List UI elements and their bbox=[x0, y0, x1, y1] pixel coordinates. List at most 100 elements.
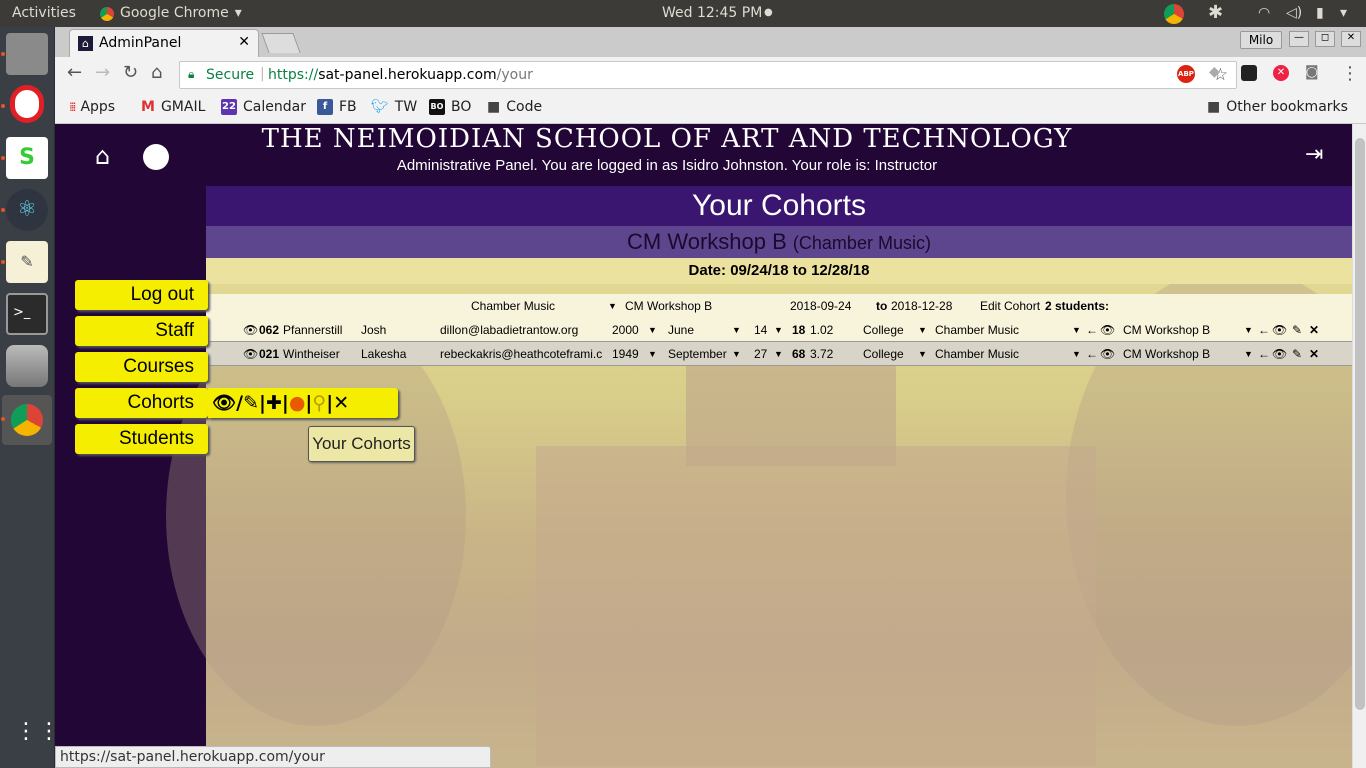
system-menu-chevron-icon[interactable]: ▾ bbox=[1340, 5, 1347, 21]
course-select[interactable]: Chamber Music bbox=[471, 294, 555, 318]
block-extension-icon[interactable]: ✕ bbox=[1273, 65, 1289, 81]
nav-cohorts[interactable]: Cohorts bbox=[75, 388, 208, 418]
dropdown-arrow-icon[interactable]: ▼ bbox=[1244, 318, 1253, 342]
birth-month-select[interactable]: June bbox=[668, 318, 694, 342]
forward-icon[interactable]: → bbox=[95, 62, 110, 83]
extension-icon[interactable] bbox=[1241, 65, 1257, 81]
camera-icon[interactable]: ◙ bbox=[1305, 64, 1319, 80]
dropdown-arrow-icon[interactable]: ▼ bbox=[1072, 342, 1081, 366]
birth-month-select[interactable]: September bbox=[668, 342, 727, 366]
pencil-icon[interactable]: ✎ bbox=[1292, 318, 1302, 342]
last-name-field[interactable]: Pfannerstill bbox=[283, 318, 342, 342]
dropdown-arrow-icon[interactable]: ▼ bbox=[732, 342, 741, 366]
nav-students[interactable]: Students bbox=[75, 424, 208, 454]
dropdown-arrow-icon[interactable]: ▼ bbox=[918, 318, 927, 342]
other-bookmarks[interactable]: ■ Other bookmarks bbox=[1207, 99, 1348, 115]
menu-icon[interactable]: ⋮ bbox=[1341, 63, 1359, 84]
reload-icon[interactable]: ↻ bbox=[123, 62, 138, 83]
user-icon[interactable]: ● bbox=[289, 392, 306, 414]
level-select[interactable]: College bbox=[863, 318, 904, 342]
course-select[interactable]: Chamber Music bbox=[935, 342, 1019, 366]
maximize-icon[interactable]: ◻ bbox=[1315, 31, 1335, 47]
birth-day-select[interactable]: 14 bbox=[754, 318, 767, 342]
cohort-select[interactable]: CM Workshop B bbox=[1123, 318, 1210, 342]
search-icon[interactable]: ⚲ bbox=[312, 392, 326, 414]
text-editor-icon[interactable]: ✎ bbox=[6, 241, 48, 283]
chrome-dock-active[interactable] bbox=[2, 395, 52, 445]
delete-icon[interactable]: ✕ bbox=[1309, 318, 1319, 342]
arrow-left-icon[interactable]: ← bbox=[1086, 318, 1098, 342]
bookmark-tw[interactable]: 🐦︎ TW bbox=[371, 99, 417, 115]
home-icon[interactable]: ⌂ bbox=[151, 62, 162, 83]
dropdown-arrow-icon[interactable]: ▼ bbox=[774, 342, 783, 366]
profile-button[interactable]: Milo bbox=[1240, 31, 1282, 49]
atom-icon[interactable]: ⚛ bbox=[6, 189, 48, 231]
gpa-field[interactable]: 1.02 bbox=[810, 318, 833, 342]
nav-logout[interactable]: Log out bbox=[75, 280, 208, 310]
dropbox-icon[interactable]: ◆ bbox=[1209, 64, 1220, 80]
bookmark-code[interactable]: ■ Code bbox=[487, 99, 542, 115]
eye-icon[interactable]: 👁︎ bbox=[1272, 342, 1287, 366]
birth-year-select[interactable]: 2000 bbox=[612, 318, 639, 342]
course-select[interactable]: Chamber Music bbox=[935, 318, 1019, 342]
bookmark-bo[interactable]: BO BO bbox=[429, 99, 471, 115]
dropdown-arrow-icon[interactable]: ▼ bbox=[648, 318, 657, 342]
tab-adminpanel[interactable]: ⌂ AdminPanel ✕ bbox=[69, 29, 259, 57]
cohort-select[interactable]: CM Workshop B bbox=[1123, 342, 1210, 366]
eye-icon[interactable]: 👁︎ bbox=[243, 342, 258, 366]
terminal-icon[interactable]: >_ bbox=[6, 293, 48, 335]
email-field[interactable]: rebeckakris@heathcoteframi.c bbox=[440, 342, 602, 366]
new-tab-button[interactable] bbox=[261, 33, 301, 53]
dropdown-arrow-icon[interactable]: ▼ bbox=[774, 318, 783, 342]
scrollbar-thumb[interactable] bbox=[1355, 138, 1365, 710]
eye-icon[interactable]: 👁︎ bbox=[1100, 342, 1115, 366]
level-select[interactable]: College bbox=[863, 342, 904, 366]
dropdown-arrow-icon[interactable]: ▼ bbox=[608, 294, 617, 318]
nav-staff[interactable]: Staff bbox=[75, 316, 208, 346]
page-scrollbar[interactable] bbox=[1352, 124, 1366, 768]
activities-button[interactable]: Activities bbox=[12, 5, 76, 21]
arrow-left-icon[interactable]: ← bbox=[1086, 342, 1098, 366]
minimize-icon[interactable]: — bbox=[1289, 31, 1309, 47]
start-date-field[interactable]: 2018-09-24 bbox=[790, 294, 851, 318]
edit-cohort-button[interactable]: Edit Cohort bbox=[980, 294, 1040, 318]
last-name-field[interactable]: Wintheiser bbox=[283, 342, 340, 366]
arrow-left-icon[interactable]: ← bbox=[1258, 342, 1270, 366]
edit-icon[interactable]: ✎ bbox=[243, 392, 259, 414]
add-icon[interactable]: ✚ bbox=[266, 392, 282, 414]
birth-day-select[interactable]: 27 bbox=[754, 342, 767, 366]
first-name-field[interactable]: Lakesha bbox=[361, 342, 406, 366]
files-icon[interactable] bbox=[6, 33, 48, 75]
dropdown-arrow-icon[interactable]: ▼ bbox=[732, 318, 741, 342]
bookmark-gmail[interactable]: M GMAIL bbox=[141, 99, 205, 115]
close-icon[interactable]: ✕ bbox=[333, 392, 349, 414]
puzzle-tray-icon[interactable]: ✱ bbox=[1208, 2, 1223, 23]
eye-icon[interactable]: 👁︎ bbox=[1272, 318, 1287, 342]
home-icon[interactable]: ⌂ bbox=[95, 142, 110, 170]
github-icon[interactable] bbox=[143, 144, 169, 170]
view-icon[interactable]: 👁︎ bbox=[212, 392, 236, 414]
close-window-icon[interactable]: ✕ bbox=[1341, 31, 1361, 47]
bookmark-apps[interactable]: ⁞⁞⁞ Apps bbox=[69, 99, 115, 115]
database-icon[interactable] bbox=[6, 345, 48, 387]
volume-icon[interactable]: ◁) bbox=[1286, 5, 1302, 21]
cohort-name-field[interactable]: CM Workshop B bbox=[625, 294, 712, 318]
gpa-field[interactable]: 3.72 bbox=[810, 342, 833, 366]
app-menu[interactable]: Google Chrome ▾ bbox=[100, 5, 242, 21]
bookmark-fb[interactable]: f FB bbox=[317, 99, 357, 115]
dropdown-arrow-icon[interactable]: ▼ bbox=[1072, 318, 1081, 342]
birth-year-select[interactable]: 1949 bbox=[612, 342, 639, 366]
close-tab-icon[interactable]: ✕ bbox=[238, 34, 250, 50]
delete-icon[interactable]: ✕ bbox=[1309, 342, 1319, 366]
battery-icon[interactable]: ▮ bbox=[1316, 5, 1324, 21]
eye-icon[interactable]: 👁︎ bbox=[1100, 318, 1115, 342]
address-bar[interactable]: 🔒︎ Secure | https://sat-panel.herokuapp.… bbox=[179, 61, 1237, 89]
dropdown-arrow-icon[interactable]: ▼ bbox=[918, 342, 927, 366]
email-field[interactable]: dillon@labadietrantow.org bbox=[440, 318, 602, 342]
arrow-left-icon[interactable]: ← bbox=[1258, 318, 1270, 342]
adblock-icon[interactable]: ABP bbox=[1177, 65, 1195, 83]
first-name-field[interactable]: Josh bbox=[361, 318, 386, 342]
chrome-tray-icon[interactable] bbox=[1164, 4, 1184, 24]
slack-icon[interactable]: S bbox=[6, 137, 48, 179]
logout-icon[interactable]: ⇥ bbox=[1305, 142, 1323, 167]
